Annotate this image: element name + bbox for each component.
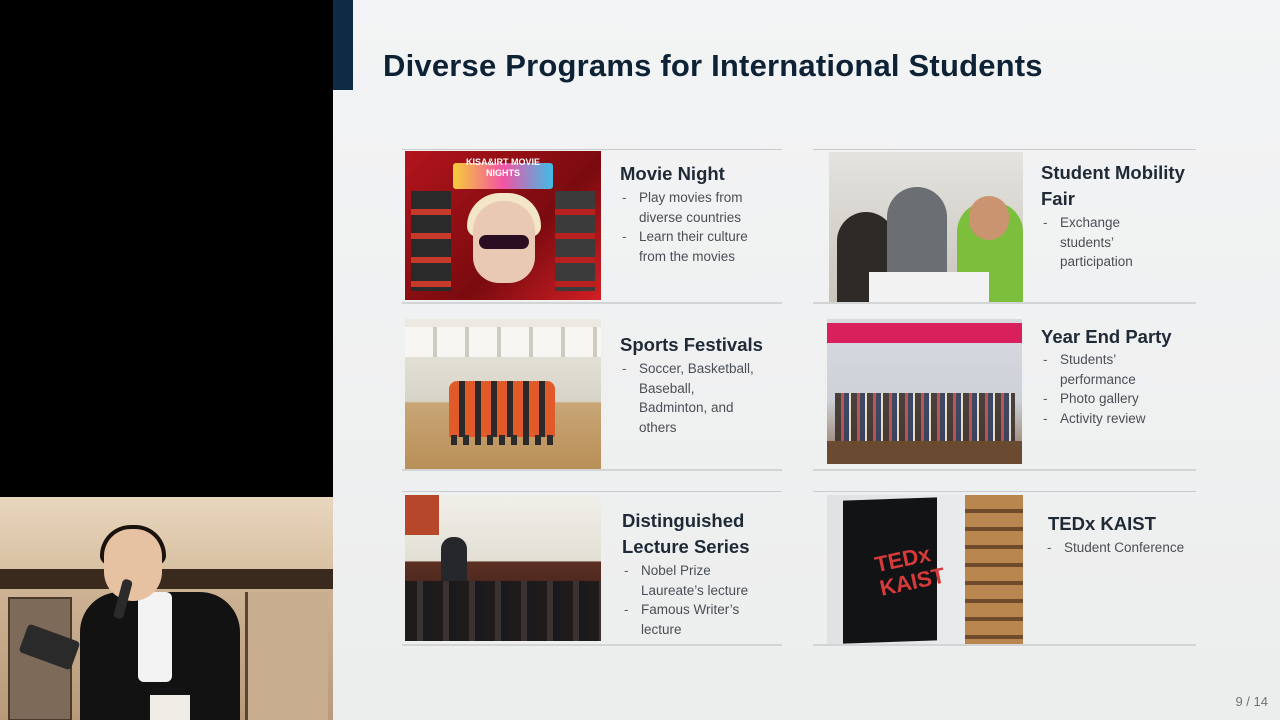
speaker-collar [138, 592, 172, 682]
photo-team-group [449, 381, 555, 437]
speaker-background-shelf [0, 569, 333, 589]
tedx-shelf [965, 495, 1023, 644]
bullet-item: Famous Writer’s lecture [622, 600, 757, 639]
row-divider [813, 302, 1196, 304]
row-divider [402, 149, 782, 150]
row-divider [402, 469, 782, 471]
bullet-item: Play movies from diverse countries [620, 188, 768, 227]
tedx-kaist-photo: TEDx KAIST [827, 495, 1023, 644]
program-title-movie-night: Movie Night [620, 163, 725, 184]
program-bullets-sports-festivals: Soccer, Basketball, Baseball, Badminton,… [620, 359, 760, 437]
speaker-head [104, 529, 162, 601]
movie-poster-title: KISA&IRT MOVIE NIGHTS [465, 157, 540, 178]
row-divider [813, 491, 1196, 492]
speaker-background-wall [0, 497, 333, 577]
bullet-item: Student Conference [1045, 538, 1195, 558]
program-bullets-distinguished-lecture-series: Nobel Prize Laureate’s lecture Famous Wr… [622, 561, 772, 639]
poster-film-tiles [411, 191, 451, 291]
program-title-sports-festivals: Sports Festivals [620, 334, 763, 355]
program-title-distinguished-lecture-series: Distinguished Lecture Series [622, 510, 750, 557]
photo-team-legs [451, 435, 553, 445]
row-divider [402, 644, 782, 646]
sports-festivals-photo [405, 319, 601, 469]
distinguished-lecture-photo [405, 495, 601, 641]
program-bullets-year-end-party: Students’ performance Photo gallery Acti… [1041, 350, 1181, 428]
party-crowd [835, 393, 1015, 441]
slide-title: Diverse Programs for International Stude… [383, 48, 1043, 83]
slide-page-number: 9 / 14 [1235, 694, 1268, 709]
row-divider [402, 302, 782, 304]
bullet-item: Exchange students’ participation [1041, 213, 1161, 272]
row-divider [402, 491, 782, 492]
row-divider [813, 469, 1196, 471]
bullet-item: Activity review [1041, 409, 1181, 429]
lectern [150, 695, 190, 720]
lecture-audience [405, 581, 601, 641]
program-title-student-mobility-fair: Student Mobility Fair [1041, 162, 1185, 209]
student-mobility-fair-photo [829, 152, 1023, 302]
photo-table [869, 272, 989, 302]
lecture-hall-screen [405, 495, 439, 535]
row-divider [813, 149, 1196, 150]
bullet-item: Learn their culture from the movies [620, 227, 768, 266]
gym-windows [405, 327, 601, 357]
program-bullets-student-mobility-fair: Exchange students’ participation [1041, 213, 1161, 272]
video-black-area [0, 0, 333, 497]
program-title-tedx-kaist: TEDx KAIST [1048, 513, 1156, 534]
program-bullets-movie-night: Play movies from diverse countries Learn… [620, 188, 768, 266]
party-banner [827, 323, 1022, 343]
program-bullets-tedx-kaist: Student Conference [1045, 538, 1195, 558]
poster-figure-glasses [479, 235, 529, 249]
speaker-video [0, 497, 333, 720]
bullet-item: Soccer, Basketball, Baseball, Badminton,… [620, 359, 760, 437]
speaker-background-panel-right [245, 592, 328, 720]
photo-person-head [969, 196, 1009, 240]
bullet-item: Photo gallery [1041, 389, 1181, 409]
title-accent-bar [333, 0, 353, 90]
row-divider [813, 644, 1196, 646]
bullet-item: Nobel Prize Laureate’s lecture [622, 561, 757, 600]
party-stage [827, 441, 1022, 464]
poster-film-tiles [555, 191, 595, 291]
program-title-year-end-party: Year End Party [1041, 326, 1172, 347]
bullet-item: Students’ performance [1041, 350, 1146, 389]
year-end-party-photo [827, 319, 1022, 464]
